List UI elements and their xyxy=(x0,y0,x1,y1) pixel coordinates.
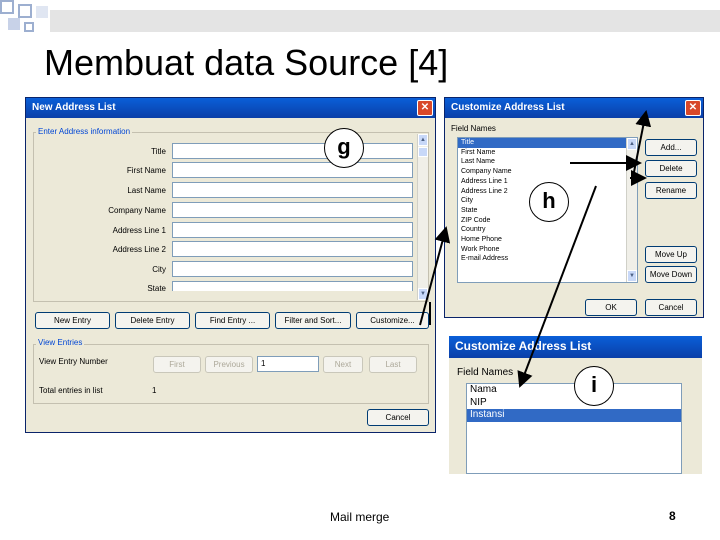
ok-button[interactable]: OK xyxy=(585,299,637,316)
page-number: 8 xyxy=(669,509,676,523)
list-item[interactable]: Instansi xyxy=(467,409,681,422)
footer-text: Mail merge xyxy=(330,510,390,524)
field-input-first-name[interactable] xyxy=(172,162,413,178)
callout-g: g xyxy=(324,128,364,168)
list-item[interactable]: NIP xyxy=(467,397,681,410)
field-input-company[interactable] xyxy=(172,202,413,218)
next-button[interactable]: Next xyxy=(323,356,363,373)
new-entry-button[interactable]: New Entry xyxy=(35,312,110,329)
title-bar-decoration xyxy=(50,10,720,32)
scroll-down-icon[interactable]: ▼ xyxy=(627,270,637,282)
delete-entry-button[interactable]: Delete Entry xyxy=(115,312,190,329)
rename-button[interactable]: Rename xyxy=(645,182,697,199)
list-item[interactable]: Home Phone xyxy=(458,235,637,245)
decor-square xyxy=(24,22,34,32)
customize-address-list-dialog: Customize Address List ✕ Field Names Tit… xyxy=(444,97,704,318)
field-input-city[interactable] xyxy=(172,261,413,277)
total-entries-value: 1 xyxy=(152,386,157,395)
first-button[interactable]: First xyxy=(153,356,201,373)
field-label-address2: Address Line 2 xyxy=(112,245,166,254)
field-label-address1: Address Line 1 xyxy=(112,226,166,235)
customize-button[interactable]: Customize... xyxy=(356,312,429,329)
result-field-names-label: Field Names xyxy=(457,367,514,378)
scroll-up-icon[interactable]: ▲ xyxy=(627,138,637,150)
customize-result-panel: Customize Address List Field Names Nama N… xyxy=(449,336,702,474)
field-input-address2[interactable] xyxy=(172,241,413,257)
new-address-list-dialog: New Address List ✕ Enter Address informa… xyxy=(25,97,436,433)
dialog-title: New Address List xyxy=(26,98,435,118)
field-input-state[interactable] xyxy=(172,281,413,291)
list-item[interactable]: Country xyxy=(458,225,637,235)
list-item[interactable]: Last Name xyxy=(458,157,637,167)
decor-square xyxy=(36,6,48,18)
entry-number-input[interactable]: 1 xyxy=(257,356,319,372)
list-item[interactable]: Company Name xyxy=(458,167,637,177)
delete-button[interactable]: Delete xyxy=(645,160,697,177)
field-label-title: Title xyxy=(151,147,166,156)
add-button[interactable]: Add... xyxy=(645,139,697,156)
close-icon[interactable]: ✕ xyxy=(417,100,433,116)
list-item[interactable]: Title xyxy=(458,138,637,148)
field-names-label: Field Names xyxy=(451,124,496,133)
list-item[interactable]: Work Phone xyxy=(458,245,637,255)
field-input-title[interactable] xyxy=(172,143,413,159)
field-input-address1[interactable] xyxy=(172,222,413,238)
view-entries-label: View Entries xyxy=(36,338,85,347)
view-entries-group xyxy=(33,344,429,404)
field-label-company: Company Name xyxy=(108,206,166,215)
field-input-last-name[interactable] xyxy=(172,182,413,198)
field-names-scrollbar[interactable]: ▲ ▼ xyxy=(626,138,637,282)
decor-square xyxy=(8,18,20,30)
last-button[interactable]: Last xyxy=(369,356,417,373)
scroll-thumb[interactable] xyxy=(418,147,428,157)
callout-h: h xyxy=(529,182,569,222)
scroll-up-icon[interactable]: ▲ xyxy=(418,134,428,146)
move-up-button[interactable]: Move Up xyxy=(645,246,697,263)
field-label-city: City xyxy=(152,265,166,274)
list-item[interactable]: E-mail Address xyxy=(458,254,637,264)
slide-title: Membuat data Source [4] xyxy=(44,42,449,83)
view-entry-number-label: View Entry Number xyxy=(39,357,108,366)
enter-info-label: Enter Address information xyxy=(36,127,133,136)
field-label-state: State xyxy=(147,284,166,291)
field-label-last-name: Last Name xyxy=(127,186,166,195)
previous-button[interactable]: Previous xyxy=(205,356,253,373)
callout-i: i xyxy=(574,366,614,406)
list-item[interactable]: First Name xyxy=(458,148,637,158)
scroll-down-icon[interactable]: ▼ xyxy=(418,288,428,300)
cancel-button[interactable]: Cancel xyxy=(645,299,697,316)
customize-result-title: Customize Address List xyxy=(449,336,702,358)
fields-scrollbar[interactable]: ▲ ▼ xyxy=(417,134,428,300)
customize-dialog-title: Customize Address List xyxy=(445,98,703,118)
decor-square xyxy=(0,0,14,14)
total-entries-label: Total entries in list xyxy=(39,386,103,395)
field-label-first-name: First Name xyxy=(126,166,166,175)
filter-sort-button[interactable]: Filter and Sort... xyxy=(275,312,351,329)
find-entry-button[interactable]: Find Entry ... xyxy=(195,312,270,329)
cancel-button[interactable]: Cancel xyxy=(367,409,429,426)
move-down-button[interactable]: Move Down xyxy=(645,266,697,283)
close-icon[interactable]: ✕ xyxy=(685,100,701,116)
decor-square xyxy=(18,4,32,18)
result-field-names-list[interactable]: Nama NIP Instansi xyxy=(466,383,682,474)
